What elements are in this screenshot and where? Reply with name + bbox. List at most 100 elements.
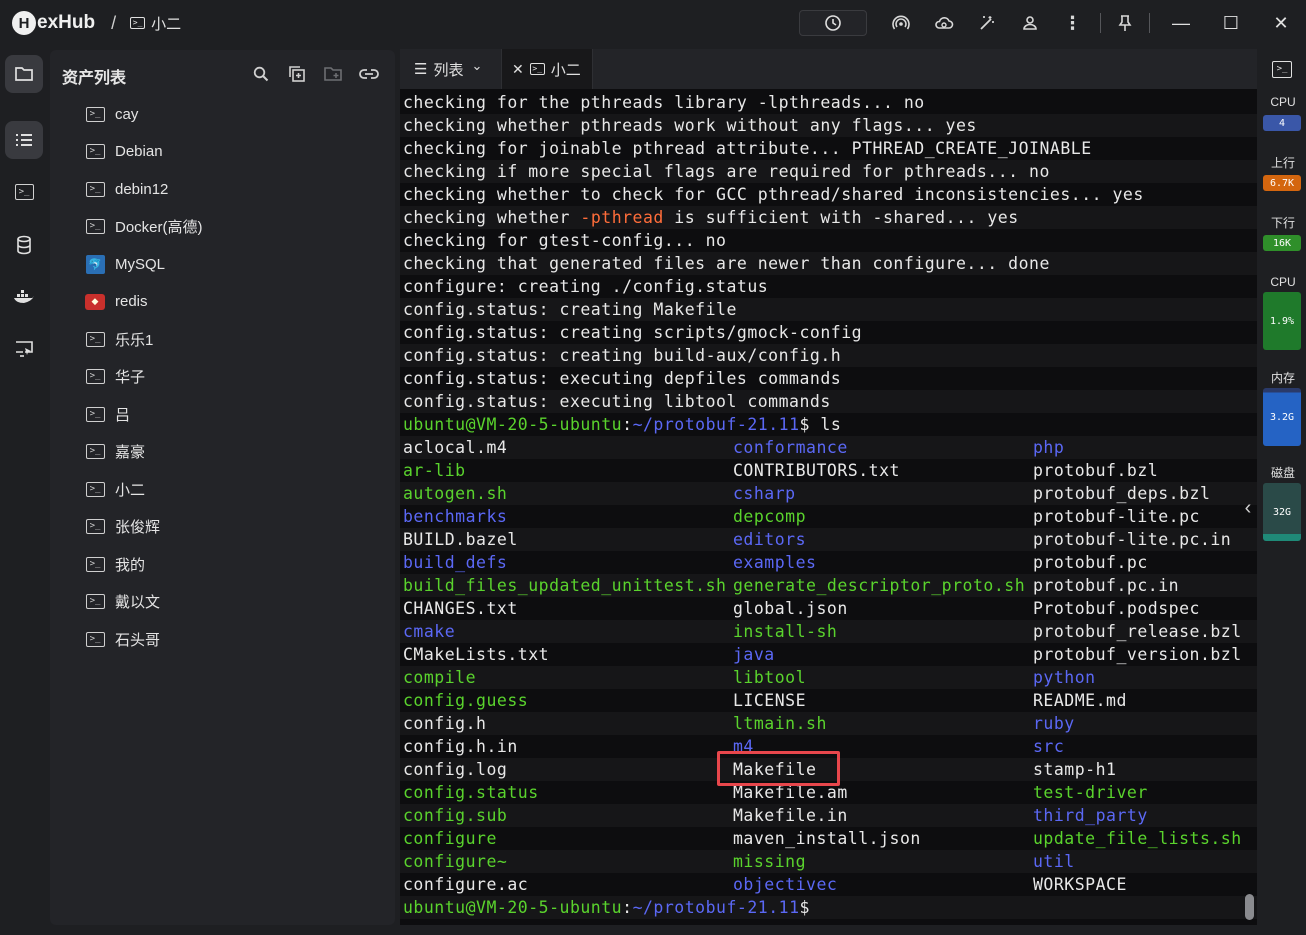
ls-entry: CMakeLists.txt bbox=[403, 645, 550, 664]
system-monitor-rail: >_ CPU 4 上行 6.7K 下行 16K CPU 1.9% 内存 3.2G… bbox=[1260, 46, 1306, 935]
terminal-output[interactable]: checking for the pthreads library -lpthr… bbox=[400, 89, 1257, 925]
terminal-icon: >_ bbox=[85, 556, 105, 573]
cpu-usage-label: CPU bbox=[1270, 275, 1296, 289]
nav-remote-desktop-button[interactable] bbox=[5, 330, 43, 368]
asset-item-label: 小二 bbox=[115, 481, 146, 499]
asset-item[interactable]: >_ 戴以文 bbox=[85, 590, 160, 614]
ls-entry: build_defs bbox=[403, 553, 508, 572]
cpu-cores-badge: 4 bbox=[1263, 115, 1301, 131]
close-button[interactable]: ✕ bbox=[1256, 0, 1306, 46]
asset-item[interactable]: >_ 小二 bbox=[85, 477, 145, 501]
ls-entry: generate_descriptor_proto.sh bbox=[733, 576, 1026, 595]
asset-item[interactable]: >_ 吕 bbox=[85, 402, 130, 426]
app-name: exHub bbox=[37, 12, 96, 33]
prompt-colon: : bbox=[622, 898, 633, 917]
ls-entry: protobuf.pc bbox=[1033, 553, 1148, 572]
disk-label: 磁盘 bbox=[1270, 466, 1295, 480]
asset-item-label: 嘉豪 bbox=[115, 444, 146, 461]
more-menu-button[interactable]: ⋮ bbox=[1051, 8, 1094, 38]
terminal-line: config.status: creating build-aux/config… bbox=[403, 344, 841, 367]
ls-entry: protobuf_release.bzl bbox=[1033, 622, 1242, 641]
asset-item[interactable]: >_ cay bbox=[85, 102, 138, 126]
terminal-line: config.status: executing libtool command… bbox=[403, 390, 831, 413]
asset-item-label: 吕 bbox=[115, 406, 131, 424]
breadcrumb-current: 小二 bbox=[151, 15, 182, 33]
more-vertical-icon: ⋮ bbox=[1063, 13, 1082, 33]
upload-label: 上行 bbox=[1270, 156, 1295, 170]
terminal-scrollbar-thumb[interactable] bbox=[1245, 894, 1254, 920]
nav-assets-button[interactable] bbox=[5, 55, 43, 93]
asset-item[interactable]: >_ 我的 bbox=[85, 552, 145, 576]
asset-list-actions bbox=[249, 62, 381, 86]
terminal-icon: >_ bbox=[85, 518, 105, 535]
minimize-button[interactable]: — bbox=[1156, 0, 1206, 46]
terminal-settings-button[interactable]: >_ bbox=[1272, 58, 1292, 78]
user-button[interactable] bbox=[1008, 8, 1051, 38]
terminal-icon: >_ bbox=[85, 631, 105, 648]
terminal-line-text: checking whether to check for GCC pthrea… bbox=[403, 185, 1144, 204]
asset-item[interactable]: >_ 张俊辉 bbox=[85, 515, 160, 539]
left-nav-rail: >_ bbox=[0, 46, 50, 935]
ls-entry: config.log bbox=[403, 760, 508, 779]
status-icon bbox=[825, 15, 841, 31]
connection-status-button[interactable] bbox=[799, 10, 867, 36]
asset-item[interactable]: >_ 石头哥 bbox=[85, 627, 160, 651]
cpu-cores-label: CPU bbox=[1270, 95, 1296, 109]
ls-entry: aclocal.m4 bbox=[403, 438, 508, 457]
memory-label: 内存 bbox=[1270, 371, 1295, 385]
tab-session[interactable]: ✕ >_ 小二 bbox=[501, 49, 593, 89]
tab-list[interactable]: ☰ 列表 ⌄ bbox=[414, 49, 504, 89]
nav-list-button[interactable] bbox=[5, 121, 43, 159]
asset-item[interactable]: >_ Debian bbox=[85, 140, 163, 164]
asset-item[interactable]: >_ 嘉豪 bbox=[85, 440, 145, 464]
terminal-icon: >_ bbox=[85, 331, 105, 348]
terminal-flag-text: -pthread bbox=[580, 208, 664, 227]
terminal-icon: >_ bbox=[85, 443, 105, 460]
terminal-icon: >_ bbox=[85, 406, 105, 423]
asset-item[interactable]: >_ 华子 bbox=[85, 365, 145, 389]
broadcast-button[interactable] bbox=[879, 8, 922, 38]
nav-terminal-button[interactable]: >_ bbox=[5, 173, 43, 211]
asset-item-label: 石头哥 bbox=[115, 631, 161, 649]
asset-item[interactable]: 🐬 MySQL bbox=[85, 252, 165, 276]
add-folder-button[interactable] bbox=[321, 62, 345, 86]
minimize-icon: — bbox=[1172, 12, 1190, 33]
prompt-dollar: $ bbox=[799, 415, 810, 434]
shell-prompt: ubuntu@VM-20-5-ubuntu:~/protobuf-21.11$ … bbox=[403, 413, 841, 436]
prompt-dollar: $ bbox=[799, 898, 810, 917]
asset-item[interactable]: >_ 乐乐1 bbox=[85, 327, 153, 351]
asset-item-label: 我的 bbox=[115, 556, 146, 574]
nav-database-button[interactable] bbox=[5, 226, 43, 264]
list-icon: ☰ bbox=[414, 61, 428, 78]
shell-prompt[interactable]: ubuntu@VM-20-5-ubuntu:~/protobuf-21.11$ bbox=[403, 896, 810, 919]
collapse-monitor-button[interactable]: ‹ bbox=[1238, 490, 1258, 526]
search-button[interactable] bbox=[249, 62, 273, 86]
ls-entry: protobuf.bzl bbox=[1033, 461, 1159, 480]
magic-wand-button[interactable] bbox=[965, 8, 1008, 38]
asset-item[interactable]: >_ Docker(高德) bbox=[85, 215, 203, 239]
maximize-icon: ☐ bbox=[1222, 12, 1240, 33]
asset-item-label: 张俊辉 bbox=[115, 519, 161, 536]
nav-docker-button[interactable] bbox=[5, 278, 43, 316]
ls-entry: protobuf_deps.bzl bbox=[1033, 484, 1211, 503]
asset-item[interactable]: ◆ redis bbox=[85, 290, 148, 314]
asset-item[interactable]: >_ debin12 bbox=[85, 177, 168, 201]
asset-item-label: debin12 bbox=[115, 180, 169, 198]
search-icon bbox=[253, 66, 269, 82]
maximize-button[interactable]: ☐ bbox=[1206, 0, 1256, 46]
prompt-user: ubuntu@VM-20-5-ubuntu bbox=[403, 415, 623, 434]
terminal-icon: >_ bbox=[130, 17, 146, 29]
tab-close-icon[interactable]: ✕ bbox=[512, 61, 524, 78]
add-asset-button[interactable] bbox=[285, 62, 309, 86]
ls-entry: LICENSE bbox=[733, 691, 807, 710]
terminal-line-text: checking if more special flags are requi… bbox=[403, 162, 1050, 181]
terminal-line-text: checking that generated files are newer … bbox=[403, 254, 1050, 273]
pin-button[interactable] bbox=[1107, 8, 1143, 38]
tab-list-label: 列表 bbox=[433, 61, 464, 79]
chevron-left-icon: ‹ bbox=[1244, 496, 1252, 519]
folder-icon bbox=[15, 67, 33, 81]
ls-entry: protobuf-lite.pc bbox=[1033, 507, 1200, 526]
cloud-sync-button[interactable] bbox=[922, 8, 965, 38]
link-button[interactable] bbox=[357, 62, 381, 86]
asset-list-panel: 资产列表 >_ cay >_ Debian >_ debin12 >_ Dock… bbox=[50, 50, 395, 925]
